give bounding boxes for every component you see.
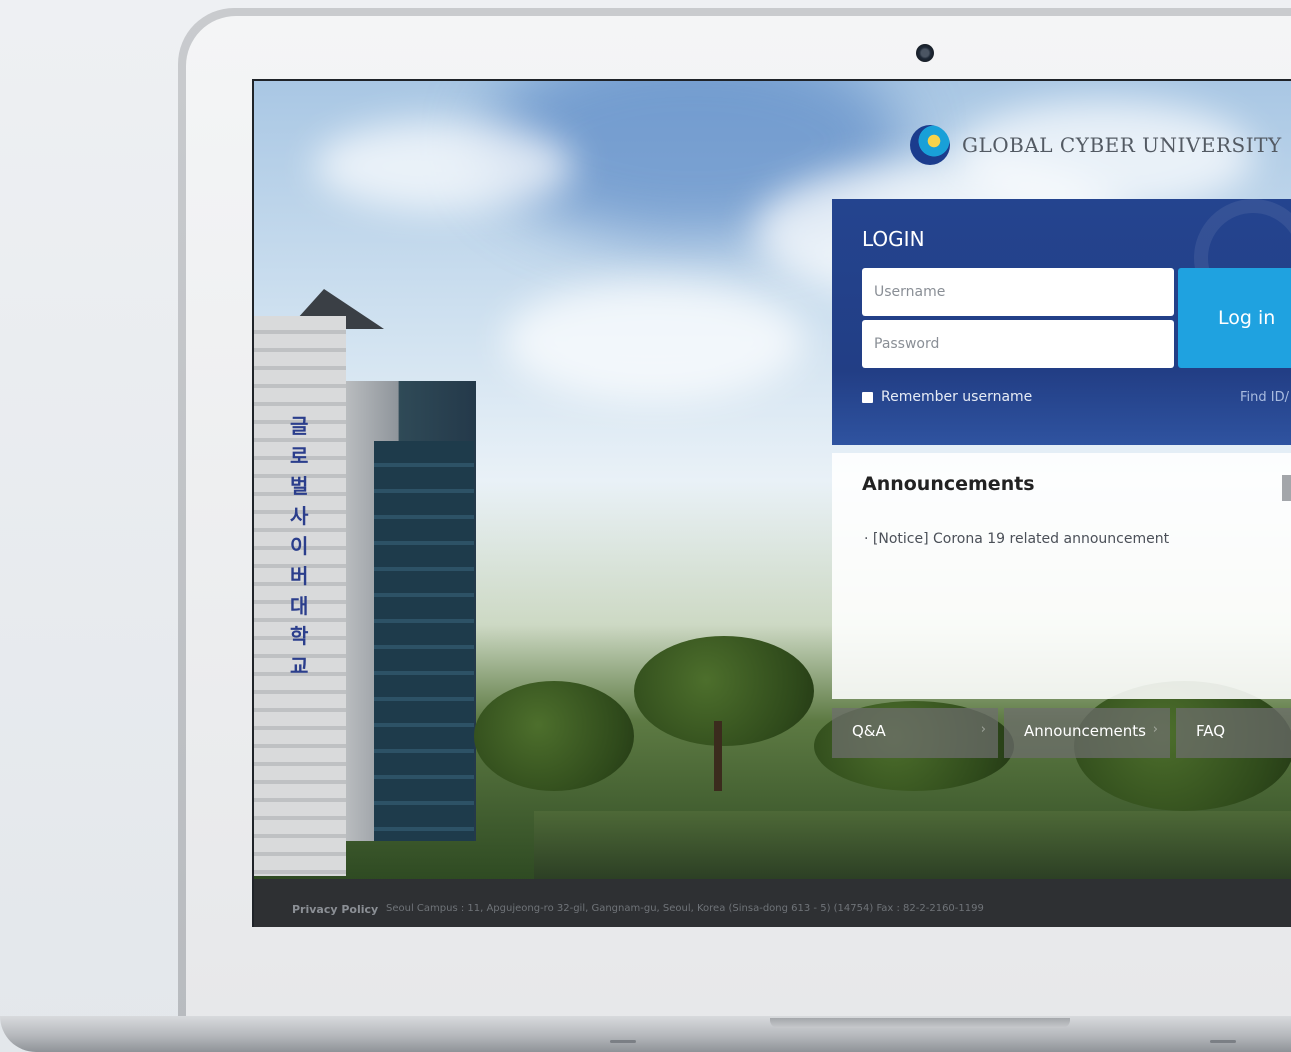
announcements-title: Announcements	[862, 473, 1035, 495]
login-panel: LOGIN Log in Remember username Find ID/	[832, 199, 1291, 445]
laptop-base	[0, 1016, 1291, 1052]
university-logo[interactable]: GLOBAL CYBER UNIVERSITY	[910, 125, 1282, 165]
camera-icon	[916, 44, 934, 62]
building-sign: 글로벌사이버대학교	[290, 414, 309, 678]
laptop-screen: 글로벌사이버대학교 GLOBAL CYBER UNIVERSITY LOGIN …	[252, 79, 1291, 927]
chevron-right-icon: ›	[980, 722, 986, 737]
login-title: LOGIN	[862, 227, 925, 251]
more-button[interactable]	[1282, 475, 1291, 501]
quick-link-label: Announcements	[1024, 722, 1146, 740]
password-input[interactable]	[862, 320, 1174, 368]
find-id-link[interactable]: Find ID/	[1240, 390, 1289, 405]
logo-emblem-icon	[910, 125, 950, 165]
remember-username-label: Remember username	[881, 389, 1033, 405]
quick-link-announcements[interactable]: Announcements ›	[1004, 708, 1170, 758]
username-input[interactable]	[862, 268, 1174, 316]
quick-link-qna[interactable]: Q&A ›	[832, 708, 998, 758]
remember-username-checkbox[interactable]: Remember username	[862, 389, 1032, 405]
laptop-foot	[610, 1040, 636, 1043]
footer-address: Seoul Campus : 11, Apgujeong-ro 32-gil, …	[386, 903, 984, 914]
building-windows	[374, 441, 474, 841]
announcement-item[interactable]: · [Notice] Corona 19 related announcemen…	[864, 531, 1169, 547]
privacy-policy-link[interactable]: Privacy Policy	[292, 903, 378, 916]
quick-link-faq[interactable]: FAQ	[1176, 708, 1291, 758]
brand-name: GLOBAL CYBER UNIVERSITY	[962, 133, 1282, 157]
checkbox-icon[interactable]	[862, 391, 873, 403]
laptop-opening-notch	[770, 1018, 1070, 1028]
pond	[534, 811, 1291, 881]
stage: 글로벌사이버대학교 GLOBAL CYBER UNIVERSITY LOGIN …	[0, 0, 1291, 1052]
announcements-panel: Announcements · [Notice] Corona 19 relat…	[832, 453, 1291, 699]
footer: Privacy Policy Seoul Campus : 11, Apguje…	[254, 879, 1291, 927]
chevron-right-icon: ›	[1152, 722, 1158, 737]
laptop-foot	[1210, 1040, 1236, 1043]
login-button[interactable]: Log in	[1178, 268, 1291, 368]
quick-link-label: FAQ	[1196, 722, 1226, 740]
quick-link-label: Q&A	[852, 722, 886, 740]
